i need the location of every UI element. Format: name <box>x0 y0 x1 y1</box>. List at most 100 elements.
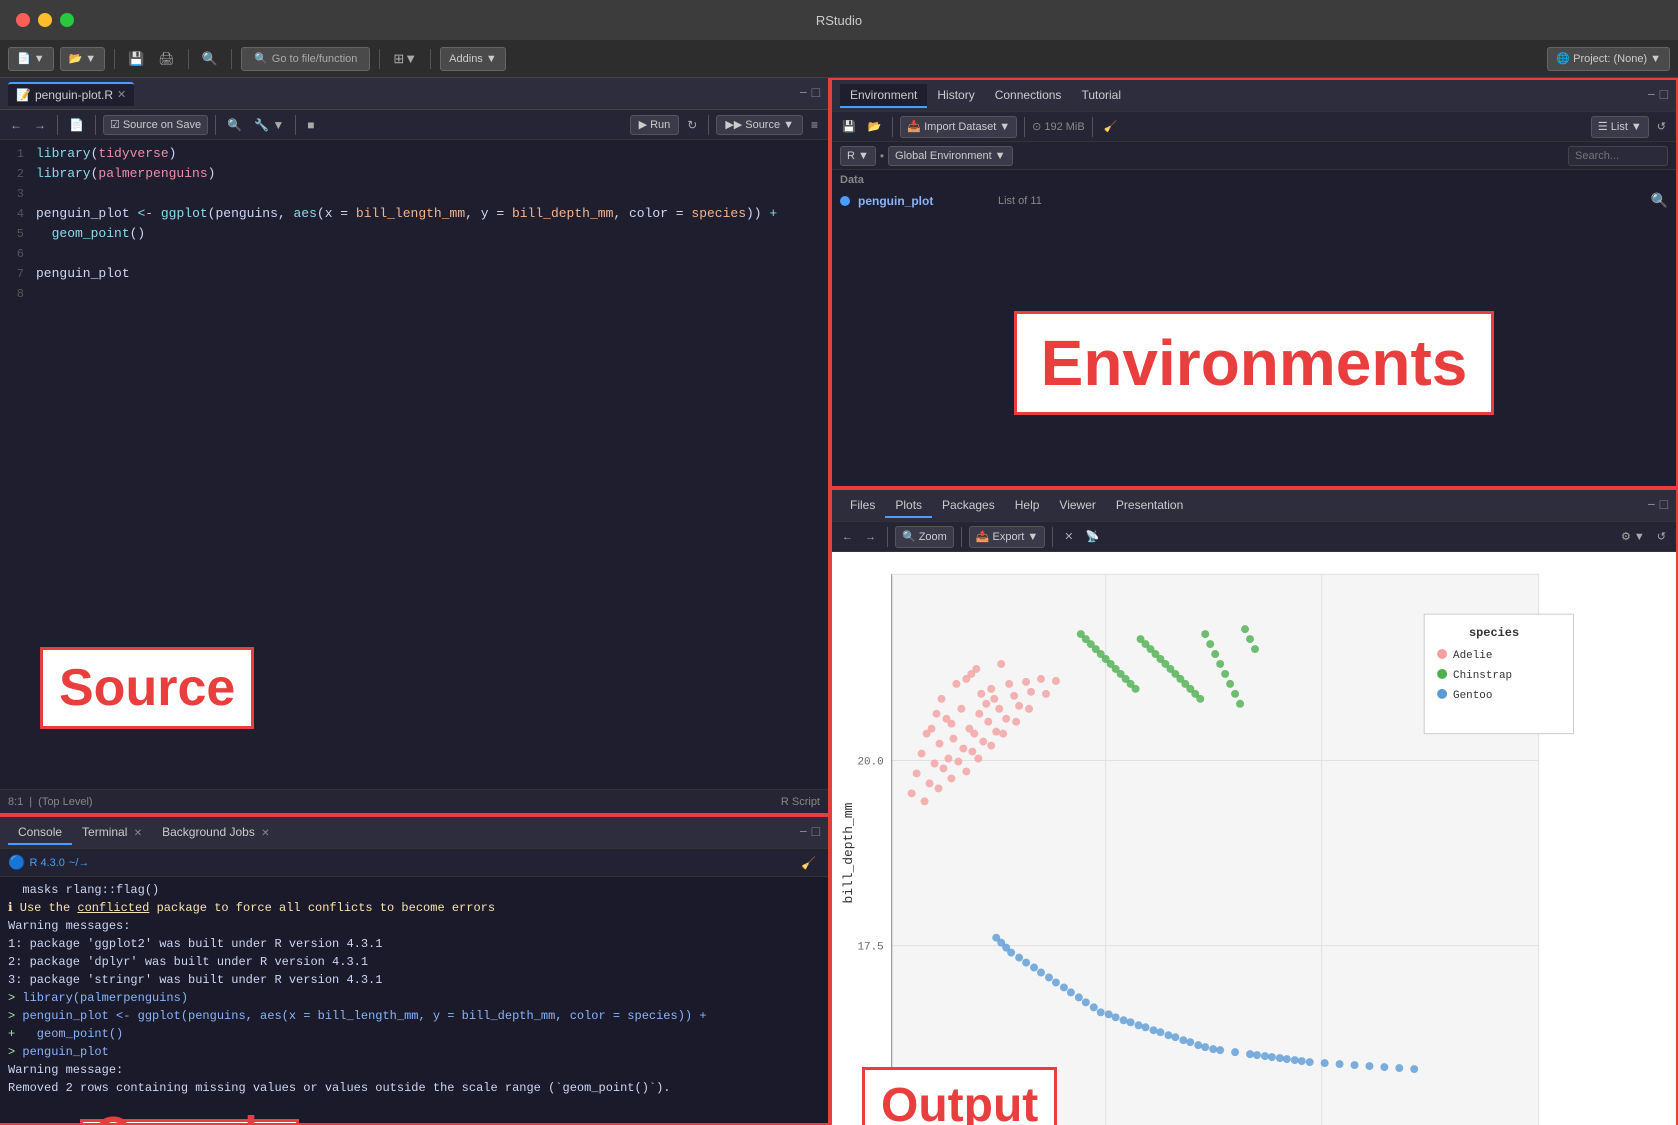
legend-chinstrap-dot <box>1437 669 1447 679</box>
code-editor[interactable]: 1 library(tidyverse) 2 library(palmerpen… <box>0 140 828 789</box>
run-icon: ▶ <box>639 118 647 131</box>
terminal-tab-close[interactable]: ✕ <box>134 828 142 839</box>
output-maximize-icon[interactable]: □ <box>1660 498 1668 514</box>
plot-options-button[interactable]: ⚙ ▼ <box>1617 526 1649 548</box>
search-code-button[interactable]: 🔍 <box>223 116 246 134</box>
plot-forward-button[interactable]: → <box>861 526 880 548</box>
editor-options-button[interactable]: ≡ <box>807 116 822 134</box>
show-in-new-window-button[interactable]: 📄 <box>65 116 88 134</box>
project-dropdown-icon: ▼ <box>1650 53 1661 65</box>
addins-dropdown-icon: ▼ <box>486 53 497 65</box>
app-title: RStudio <box>816 13 862 28</box>
code-line-1: 1 library(tidyverse) <box>0 144 828 164</box>
minimize-button[interactable] <box>38 13 52 27</box>
find-button[interactable]: 🔍 <box>198 49 222 69</box>
env-tab-environment[interactable]: Environment <box>840 84 927 108</box>
env-item-penguin-plot[interactable]: penguin_plot List of 11 🔍 <box>832 190 1676 211</box>
new-file-button[interactable]: 📄 ▼ <box>8 47 54 71</box>
env-open-button[interactable]: 📂 <box>864 116 886 138</box>
run-button[interactable]: ▶ Run <box>630 115 680 135</box>
code-tools-button[interactable]: 🔧 ▼ <box>250 116 288 134</box>
separator-5 <box>430 49 431 69</box>
output-minimize-icon[interactable]: − <box>1647 498 1655 514</box>
back-button[interactable]: ← <box>6 116 26 134</box>
global-env-dropdown[interactable]: Global Environment ▼ <box>888 146 1013 166</box>
console-minimize-icon[interactable]: − <box>799 825 807 841</box>
source-pane-controls: − □ <box>799 86 820 102</box>
output-tab-plots[interactable]: Plots <box>885 494 932 518</box>
stop-button[interactable]: ■ <box>303 116 318 134</box>
output-tab-presentation[interactable]: Presentation <box>1106 494 1193 518</box>
r-dropdown[interactable]: R ▼ <box>840 146 876 166</box>
console-tab-terminal[interactable]: Terminal ✕ <box>72 821 152 845</box>
source-tab-close[interactable]: ✕ <box>117 88 126 101</box>
go-to-file-label: Go to file/function <box>272 53 358 65</box>
plot-back-button[interactable]: ← <box>838 526 857 548</box>
separator-1 <box>114 49 115 69</box>
go-to-file-input[interactable]: 🔍 Go to file/function <box>241 47 370 71</box>
clear-console-button[interactable]: 🧹 <box>797 854 820 872</box>
checkbox-icon: ☑ <box>110 118 120 131</box>
delete-plot-button[interactable]: ✕ <box>1060 526 1077 548</box>
save-button[interactable]: 💾 <box>124 49 148 69</box>
fullscreen-button[interactable] <box>60 13 74 27</box>
console-tab-background-jobs[interactable]: Background Jobs ✕ <box>152 821 279 845</box>
import-dataset-button[interactable]: 📥 Import Dataset ▼ <box>900 116 1017 138</box>
script-type: R Script <box>781 796 820 808</box>
console-tabbar: Console Terminal ✕ Background Jobs ✕ − □ <box>0 817 828 849</box>
sep-env1 <box>892 117 893 137</box>
env-save-button[interactable]: 💾 <box>838 116 860 138</box>
console-tab-console[interactable]: Console <box>8 821 72 845</box>
console-line-11: Warning message: <box>8 1061 820 1079</box>
output-tab-files[interactable]: Files <box>840 494 885 518</box>
output-tab-help[interactable]: Help <box>1005 494 1050 518</box>
y-axis-label: bill_depth_mm <box>841 802 856 903</box>
source-dropdown-button[interactable]: ▶▶ Source ▼ <box>716 115 803 135</box>
env-search-input[interactable] <box>1568 146 1668 166</box>
env-tab-tutorial[interactable]: Tutorial <box>1071 84 1131 108</box>
export-button[interactable]: 📤 Export ▼ <box>969 526 1045 548</box>
output-tab-packages[interactable]: Packages <box>932 494 1005 518</box>
env-minimize-icon[interactable]: − <box>1647 88 1655 104</box>
r-dropdown-label: R <box>847 150 855 162</box>
console-output[interactable]: masks rlang::flag() ℹ Use the conflicted… <box>0 877 828 1123</box>
project-label: Project: (None) <box>1573 53 1647 65</box>
addins-button[interactable]: Addins ▼ <box>440 47 506 71</box>
addins-label: Addins <box>449 53 483 65</box>
env-refresh-button[interactable]: ↺ <box>1653 116 1670 138</box>
source-on-save-button[interactable]: ☑ Source on Save <box>103 115 208 135</box>
env-item-search-icon[interactable]: 🔍 <box>1651 192 1668 209</box>
r-version-indicator: 🔵 R 4.3.0 ~/→ <box>8 854 89 871</box>
re-run-button[interactable]: ↻ <box>683 116 701 134</box>
grid-icon: ⊞ <box>393 51 404 67</box>
source-maximize-icon[interactable]: □ <box>812 86 820 102</box>
options-button[interactable]: ⊞ ▼ <box>389 49 421 69</box>
new-file-icon: 📄 <box>17 52 31 65</box>
close-button[interactable] <box>16 13 30 27</box>
env-tab-connections[interactable]: Connections <box>985 84 1072 108</box>
zoom-button[interactable]: 🔍 Zoom <box>895 526 954 548</box>
env-tab-history[interactable]: History <box>927 84 984 108</box>
legend-adelie-label: Adelie <box>1453 650 1492 662</box>
source-tab[interactable]: 📝 penguin-plot.R ✕ <box>8 82 134 106</box>
console-line-8: > penguin_plot <- ggplot(penguins, aes(x… <box>8 1007 820 1025</box>
list-view-button[interactable]: ☰ List ▼ <box>1591 116 1649 138</box>
code-line-3: 3 <box>0 184 828 204</box>
svg-text:20.0: 20.0 <box>857 756 883 768</box>
source-minimize-icon[interactable]: − <box>799 86 807 102</box>
project-button[interactable]: 🌐 Project: (None) ▼ <box>1547 47 1670 71</box>
run-label: Run <box>650 119 670 131</box>
output-tab-viewer[interactable]: Viewer <box>1049 494 1105 518</box>
publish-button[interactable]: 📡 <box>1081 526 1103 548</box>
print-button[interactable]: 🖨 <box>154 49 179 69</box>
env-maximize-icon[interactable]: □ <box>1660 88 1668 104</box>
plot-refresh-button[interactable]: ↺ <box>1653 526 1670 548</box>
svg-text:17.5: 17.5 <box>857 942 883 954</box>
global-env-dropdown-icon: ▼ <box>995 150 1006 162</box>
bg-jobs-tab-close[interactable]: ✕ <box>261 828 269 839</box>
sep-e4 <box>295 115 296 135</box>
console-maximize-icon[interactable]: □ <box>812 825 820 841</box>
clear-env-button[interactable]: 🧹 <box>1100 116 1122 138</box>
open-file-button[interactable]: 📂 ▼ <box>60 47 106 71</box>
forward-button[interactable]: → <box>30 116 50 134</box>
